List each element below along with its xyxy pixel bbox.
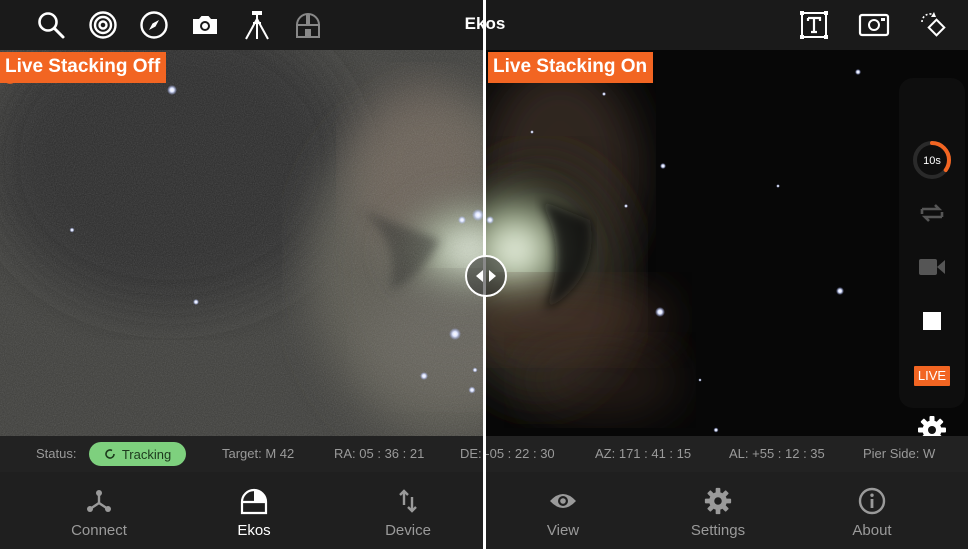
tracking-label: Tracking: [121, 446, 172, 462]
az-readout: AZ: 171 : 41 : 15: [595, 446, 692, 461]
target-readout: Target: M 42: [222, 446, 295, 461]
exposure-label: 10s: [923, 155, 941, 167]
stacking-off-pane: Live Stacking Off: [0, 50, 484, 436]
pier-side-readout: Pier Side: W: [863, 446, 936, 461]
nav-device-label: Device: [385, 522, 431, 539]
de-readout: DE: -05 : 22 : 30: [460, 446, 555, 461]
exposure-progress-ring: 10s: [913, 141, 951, 179]
target-icon[interactable]: [86, 8, 120, 42]
device-icon: [396, 486, 420, 516]
stop-icon[interactable]: [899, 304, 965, 338]
screenshot-frame-icon[interactable]: [857, 8, 891, 42]
ekos-icon: [239, 486, 269, 516]
nav-ekos-label: Ekos: [237, 522, 271, 539]
tripod-icon[interactable]: [240, 8, 274, 42]
search-icon[interactable]: [34, 8, 68, 42]
exposure-timer[interactable]: 10s: [899, 138, 965, 182]
camera-icon[interactable]: [188, 8, 222, 42]
eye-icon: [548, 486, 578, 516]
info-icon: [857, 486, 887, 516]
video-icon[interactable]: [899, 250, 965, 284]
tracking-status-badge: Tracking: [89, 442, 186, 466]
nav-about[interactable]: About: [802, 472, 942, 549]
ra-readout: RA: 05 : 36 : 21: [334, 446, 425, 461]
tracking-spinner-icon: [105, 449, 115, 459]
nav-settings[interactable]: Settings: [648, 472, 788, 549]
nav-view[interactable]: View: [493, 472, 633, 549]
status-label: Status:: [36, 446, 77, 461]
text-frame-icon[interactable]: [797, 8, 831, 42]
nav-device[interactable]: Device: [338, 472, 478, 549]
comparison-slider-handle[interactable]: [465, 255, 507, 297]
nav-about-label: About: [852, 522, 892, 539]
live-toggle[interactable]: LIVE: [899, 363, 965, 389]
stacking-on-pane: Live Stacking On: [484, 50, 968, 436]
loop-icon[interactable]: [899, 196, 965, 230]
live-badge: LIVE: [913, 366, 951, 386]
nav-ekos[interactable]: Ekos: [184, 472, 324, 549]
nebula-image-unstacked: [0, 50, 484, 436]
nav-settings-label: Settings: [690, 522, 746, 539]
compass-icon[interactable]: [137, 8, 171, 42]
settings-icon[interactable]: [899, 413, 965, 436]
rotate-icon[interactable]: [917, 8, 951, 42]
al-readout: AL: +55 : 12 : 35: [729, 446, 825, 461]
drag-arrows-icon: [476, 270, 496, 282]
gear-icon: [703, 486, 733, 516]
nebula-image-stacked: [484, 50, 968, 436]
capture-side-panel: 10s LIVE: [899, 78, 965, 436]
connect-icon: [85, 486, 113, 516]
nav-connect-label: Connect: [71, 522, 127, 539]
nav-connect[interactable]: Connect: [29, 472, 169, 549]
observatory-icon[interactable]: [291, 8, 325, 42]
live-stacking-on-label: Live Stacking On: [488, 52, 654, 83]
nav-view-label: View: [546, 522, 580, 539]
live-stacking-off-label: Live Stacking Off: [0, 52, 167, 83]
